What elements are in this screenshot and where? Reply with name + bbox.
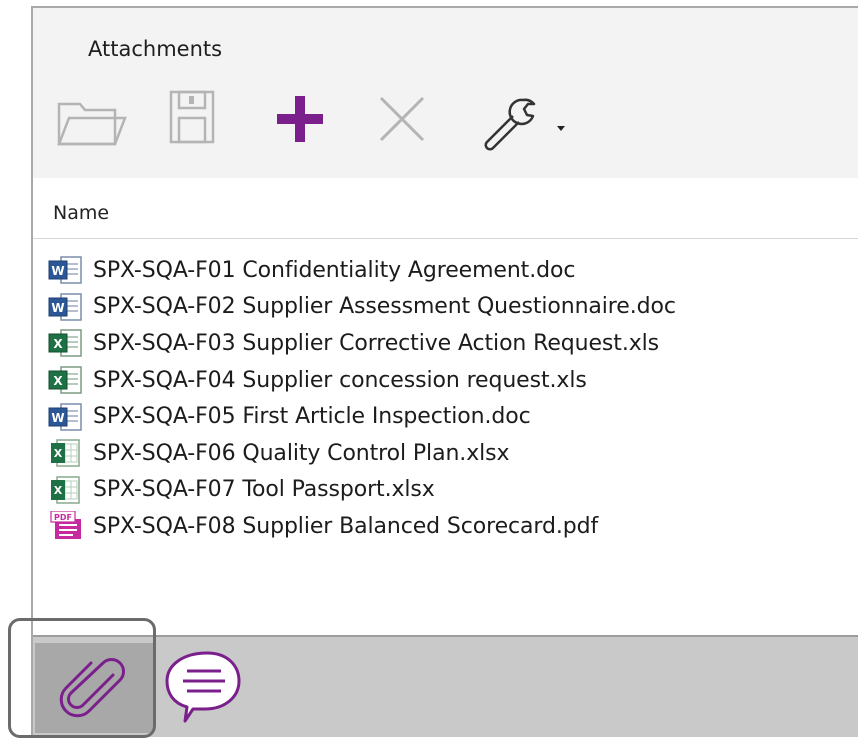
panel-header: Attachments bbox=[33, 8, 858, 178]
svg-text:X: X bbox=[54, 447, 63, 460]
file-name: SPX-SQA-F06 Quality Control Plan.xlsx bbox=[93, 440, 510, 466]
column-header-label: Name bbox=[53, 202, 110, 224]
list-item[interactable]: X SPX-SQA-F06 Quality Control Plan.xlsx bbox=[33, 435, 858, 472]
paperclip-icon bbox=[59, 658, 125, 718]
attachments-toolbar bbox=[33, 86, 858, 156]
add-button[interactable] bbox=[267, 86, 333, 152]
list-item[interactable]: X SPX-SQA-F03 Supplier Corrective Action… bbox=[33, 325, 858, 362]
svg-text:W: W bbox=[51, 411, 64, 425]
delete-button[interactable] bbox=[369, 86, 435, 152]
attachments-panel: Attachments Name W SPX-SQA-F01 Confident… bbox=[31, 6, 858, 737]
svg-text:X: X bbox=[53, 337, 63, 351]
floppy-disk-icon bbox=[169, 90, 215, 144]
list-item[interactable]: W SPX-SQA-F05 First Article Inspection.d… bbox=[33, 398, 858, 435]
file-name: SPX-SQA-F04 Supplier concession request.… bbox=[93, 367, 587, 393]
bottom-tab-bar bbox=[33, 635, 858, 737]
svg-text:X: X bbox=[54, 484, 63, 497]
word-doc-icon: W bbox=[47, 402, 85, 432]
list-item[interactable]: W SPX-SQA-F01 Confidentiality Agreement.… bbox=[33, 252, 858, 289]
file-name: SPX-SQA-F05 First Article Inspection.doc bbox=[93, 404, 531, 430]
file-name: SPX-SQA-F08 Supplier Balanced Scorecard.… bbox=[93, 513, 599, 539]
file-name: SPX-SQA-F03 Supplier Corrective Action R… bbox=[93, 330, 660, 356]
excel-xlsx-icon: X bbox=[47, 438, 85, 468]
folder-open-icon bbox=[57, 102, 127, 146]
excel-xlsx-icon: X bbox=[47, 475, 85, 505]
svg-text:W: W bbox=[51, 264, 64, 278]
chevron-down-icon bbox=[557, 126, 565, 131]
wrench-icon bbox=[484, 98, 565, 151]
plus-icon bbox=[277, 96, 323, 142]
file-name: SPX-SQA-F02 Supplier Assessment Question… bbox=[93, 294, 676, 320]
excel-xls-icon: X bbox=[47, 365, 85, 395]
word-doc-icon: W bbox=[47, 292, 85, 322]
tab-attachments[interactable] bbox=[35, 643, 153, 733]
pdf-icon: PDF bbox=[47, 511, 85, 541]
file-name: SPX-SQA-F01 Confidentiality Agreement.do… bbox=[93, 257, 576, 283]
svg-text:PDF: PDF bbox=[54, 513, 72, 522]
word-doc-icon: W bbox=[47, 255, 85, 285]
speech-bubble-icon bbox=[165, 651, 241, 723]
list-item[interactable]: W SPX-SQA-F02 Supplier Assessment Questi… bbox=[33, 289, 858, 326]
file-name: SPX-SQA-F07 Tool Passport.xlsx bbox=[93, 477, 435, 503]
list-item[interactable]: PDF SPX-SQA-F08 Supplier Balanced Scorec… bbox=[33, 508, 858, 545]
options-button[interactable] bbox=[473, 86, 573, 152]
column-header-name[interactable]: Name bbox=[33, 194, 858, 239]
list-item[interactable]: X SPX-SQA-F07 Tool Passport.xlsx bbox=[33, 472, 858, 509]
panel-title: Attachments bbox=[88, 37, 223, 61]
svg-text:X: X bbox=[53, 374, 63, 388]
open-button[interactable] bbox=[55, 86, 129, 152]
list-item[interactable]: X SPX-SQA-F04 Supplier concession reques… bbox=[33, 362, 858, 399]
attachment-list: W SPX-SQA-F01 Confidentiality Agreement.… bbox=[33, 252, 858, 545]
svg-text:W: W bbox=[51, 301, 64, 315]
close-x-icon bbox=[379, 96, 425, 142]
save-button[interactable] bbox=[165, 86, 221, 152]
tab-comments[interactable] bbox=[159, 647, 249, 727]
excel-xls-icon: X bbox=[47, 328, 85, 358]
